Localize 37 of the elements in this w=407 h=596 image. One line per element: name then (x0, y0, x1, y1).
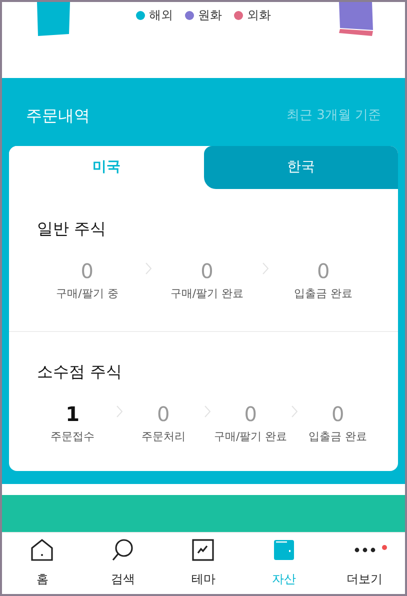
period-note: 최근 3개월 기준 (286, 107, 381, 126)
home-icon (30, 538, 54, 562)
step-label: 입출금 완료 (294, 286, 353, 302)
step-label: 주문접수 (50, 428, 95, 444)
nav-tab[interactable]: 검색 (82, 533, 164, 594)
chevron-icon (290, 404, 298, 418)
step-count: 1 (66, 400, 80, 428)
step-count: 0 (157, 400, 170, 428)
step-label: 주문처리 (141, 428, 186, 444)
chevron-icon (145, 262, 152, 275)
more-icon (354, 547, 376, 553)
search-icon (110, 538, 135, 562)
step-count: 0 (332, 400, 344, 428)
step-label: 구매/팔기 완료 (214, 428, 288, 444)
step-count: 0 (200, 258, 214, 285)
nav-tab[interactable]: 홈 (2, 533, 83, 594)
chevron-icon (262, 262, 269, 275)
chart-icon (191, 538, 216, 562)
nav-tab[interactable]: 테마 (163, 533, 244, 594)
step-label: 입출금 완료 (308, 428, 368, 444)
step-count: 0 (244, 400, 257, 428)
chevron-icon (204, 404, 210, 418)
section-title: 일반 주식 (36, 218, 108, 240)
wallet-icon (272, 538, 296, 562)
chart-fragment-drawing (338, 2, 376, 38)
section-title: 소수점 주식 (36, 360, 124, 382)
step-label: 구매/팔기 중 (56, 286, 118, 302)
orders-title: 주문내역 (26, 105, 90, 127)
legend-label: 외화 (247, 7, 271, 24)
legend-label: 해외 (149, 7, 173, 24)
step-count: 0 (80, 258, 94, 285)
step-count: 0 (316, 258, 330, 285)
chevron-icon (116, 404, 124, 418)
legend-label: 원화 (198, 7, 222, 24)
nav-tab[interactable]: 더보기 (324, 533, 405, 594)
chart-fragment-drawing (36, 2, 72, 38)
step-label: 구매/팔기 완료 (170, 286, 244, 302)
